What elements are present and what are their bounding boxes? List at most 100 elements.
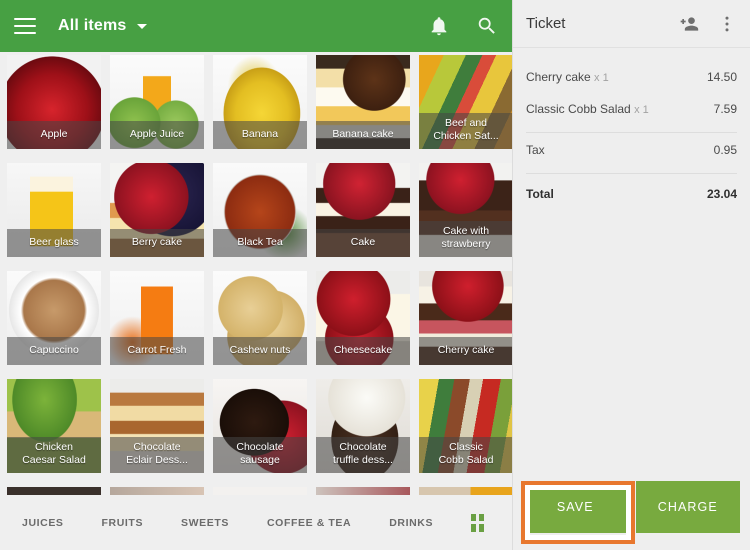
item-label: Chocolate sausage (213, 437, 307, 473)
ticket-line-name: Classic Cobb Salad x 1 (526, 102, 714, 116)
item-tile[interactable]: Carrot Fresh (110, 271, 204, 365)
ticket-total-label: Total (526, 187, 554, 201)
item-label-line: Classic (449, 441, 483, 453)
ticket-divider (526, 132, 737, 133)
ticket-line-qty: x 1 (634, 104, 649, 116)
item-tile[interactable]: Berry cake (110, 163, 204, 257)
ticket-divider (526, 173, 737, 174)
item-tile[interactable]: Capuccino (7, 271, 101, 365)
item-tile[interactable]: Cherry cake (419, 271, 512, 365)
item-tile[interactable] (213, 487, 307, 495)
item-label-line: Chocolate (133, 441, 181, 453)
chevron-down-icon[interactable] (136, 23, 147, 29)
ticket-line-item[interactable]: Classic Cobb Salad x 1 7.59 (526, 94, 737, 126)
item-label-line: Beef and (444, 117, 488, 129)
item-tile[interactable]: Cake (316, 163, 410, 257)
hamburger-bar (14, 18, 36, 20)
grid-cell (471, 524, 477, 532)
item-tile[interactable]: Banana cake (316, 55, 410, 149)
item-label: Beer glass (7, 229, 101, 257)
item-image-partial (213, 487, 307, 495)
toolbar-right-group (428, 15, 498, 37)
item-label-line: Cobb Salad (438, 454, 494, 466)
item-tile[interactable]: Classic Cobb Salad (419, 379, 512, 473)
add-person-icon[interactable] (679, 14, 699, 34)
ticket-line-product: Cherry cake (526, 70, 591, 84)
toolbar-left-group: All items (14, 17, 147, 35)
ticket-tax-label: Tax (526, 143, 545, 157)
item-label-line: Chicken Sat... (433, 130, 499, 142)
item-tile[interactable]: Black Tea (213, 163, 307, 257)
item-label-line: Chocolate (339, 441, 387, 453)
tab-juices[interactable]: JUICES (22, 517, 64, 529)
item-image-partial (419, 487, 512, 495)
item-tile[interactable]: Beer glass (7, 163, 101, 257)
ticket-line-item[interactable]: Cherry cake x 1 14.50 (526, 62, 737, 94)
item-label-line: Chocolate (236, 441, 284, 453)
item-label-line: Caesar Salad (22, 454, 86, 466)
charge-button[interactable]: CHARGE (635, 481, 740, 533)
save-button[interactable]: SAVE (523, 481, 628, 533)
item-tile[interactable]: Cashew nuts (213, 271, 307, 365)
grid-cell (471, 513, 477, 521)
grid-view-icon[interactable] (471, 513, 484, 532)
item-label-line: Eclair Dess... (126, 454, 188, 466)
item-label: Classic Cobb Salad (419, 437, 512, 473)
item-label: Apple Juice (110, 121, 204, 149)
item-tile[interactable]: Cheesecake (316, 271, 410, 365)
ticket-line-amount: 14.50 (706, 70, 737, 84)
item-tile[interactable]: Beef and Chicken Sat... (419, 55, 512, 149)
item-label: Chicken Caesar Salad (7, 437, 101, 473)
item-tile[interactable]: Chocolate truffle dess... (316, 379, 410, 473)
grid-cell (479, 513, 484, 521)
item-tile[interactable] (110, 487, 204, 495)
item-tile[interactable]: Apple (7, 55, 101, 149)
item-label: Cheesecake (316, 337, 410, 365)
more-vertical-icon[interactable] (717, 14, 737, 34)
item-label: Cashew nuts (213, 337, 307, 365)
hamburger-icon[interactable] (14, 18, 36, 34)
item-label: Beef and Chicken Sat... (419, 113, 512, 149)
grid-cell (479, 524, 484, 532)
toolbar-title[interactable]: All items (58, 17, 127, 35)
item-label: Cherry cake (419, 337, 512, 365)
items-grid-scroll[interactable]: Apple Apple Juice Banana Banana cake Bee… (0, 52, 512, 495)
item-label: Cake with strawberry (419, 221, 512, 257)
item-tile[interactable]: Chocolate sausage (213, 379, 307, 473)
tab-coffee-and-tea[interactable]: COFFEE & TEA (267, 517, 351, 529)
ticket-pane: Ticket Cherry cake x 1 14.50 Classic Cob… (512, 0, 750, 550)
item-tile[interactable]: Banana (213, 55, 307, 149)
item-label: Chocolate truffle dess... (316, 437, 410, 473)
item-tile[interactable]: Cake with strawberry (419, 163, 512, 257)
ticket-header: Ticket (513, 0, 750, 48)
ticket-total-amount: 23.04 (706, 187, 737, 201)
ticket-header-actions (679, 14, 737, 34)
item-label: Apple (7, 121, 101, 149)
item-label-line: strawberry (441, 238, 491, 250)
item-label: Berry cake (110, 229, 204, 257)
item-label: Chocolate Eclair Dess... (110, 437, 204, 473)
ticket-total-row: Total 23.04 (526, 176, 737, 211)
item-label: Banana cake (316, 121, 410, 149)
ticket-line-qty: x 1 (594, 72, 609, 84)
ticket-tax-amount: 0.95 (713, 143, 737, 157)
item-label-line: Cake with (442, 225, 490, 237)
item-tile[interactable] (316, 487, 410, 495)
item-label: Banana (213, 121, 307, 149)
search-icon[interactable] (476, 15, 498, 37)
item-tile[interactable] (7, 487, 101, 495)
item-label: Capuccino (7, 337, 101, 365)
hamburger-bar (14, 32, 36, 34)
ticket-action-bar: SAVE CHARGE (513, 478, 750, 550)
tab-sweets[interactable]: SWEETS (181, 517, 229, 529)
item-tile[interactable]: Chocolate Eclair Dess... (110, 379, 204, 473)
ticket-line-name: Cherry cake x 1 (526, 70, 707, 84)
item-tile[interactable] (419, 487, 512, 495)
item-tile[interactable]: Chicken Caesar Salad (7, 379, 101, 473)
tab-drinks[interactable]: DRINKS (389, 517, 433, 529)
tab-fruits[interactable]: FRUITS (102, 517, 144, 529)
category-tab-bar: JUICES FRUITS SWEETS COFFEE & TEA DRINKS (0, 495, 512, 550)
ticket-title: Ticket (526, 15, 566, 32)
bell-icon[interactable] (428, 15, 450, 37)
item-tile[interactable]: Apple Juice (110, 55, 204, 149)
